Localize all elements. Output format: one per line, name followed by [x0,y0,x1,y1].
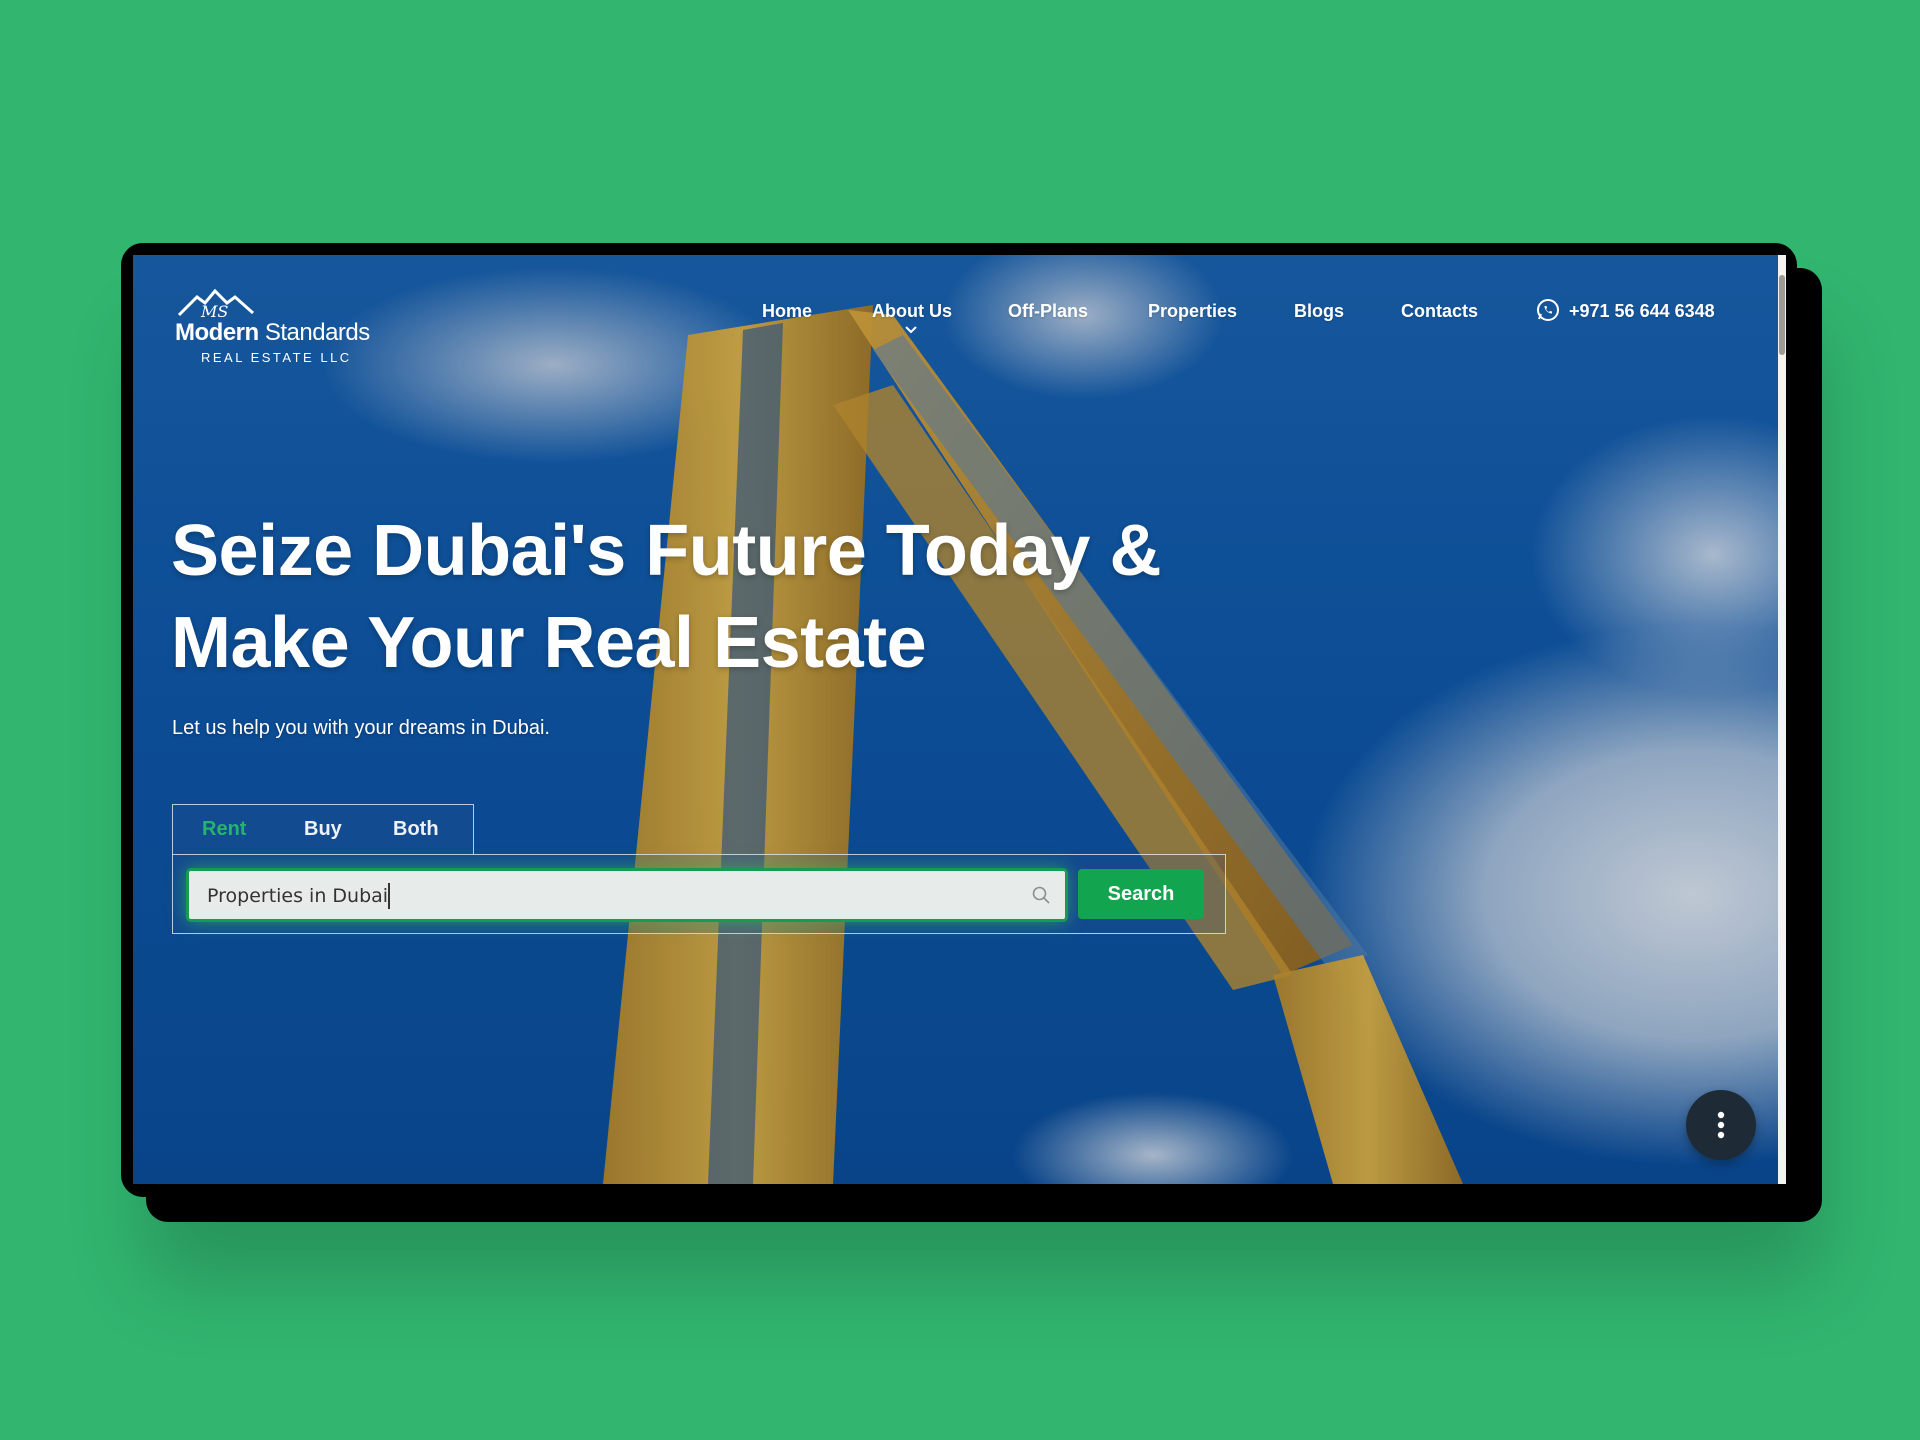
floating-menu-button[interactable] [1686,1090,1756,1160]
text-caret [388,883,390,909]
whatsapp-icon [1537,299,1559,321]
nav-properties[interactable]: Properties [1148,301,1237,322]
search-button[interactable]: Search [1078,869,1204,919]
scrollbar[interactable] [1778,255,1786,1184]
nav-contacts[interactable]: Contacts [1401,301,1478,322]
search-panel: Search [172,854,1226,934]
nav-phone[interactable]: +971 56 644 6348 [1536,299,1715,322]
tab-rent[interactable]: Rent [202,818,246,841]
tab-both[interactable]: Both [393,818,439,841]
browser-viewport: MS Modern Standards REAL ESTATE LLC Home… [133,255,1786,1184]
tab-buy[interactable]: Buy [304,818,342,841]
main-nav: Home About Us Off-Plans Properties Blogs… [133,299,1786,334]
search-icon[interactable] [1031,885,1051,905]
hero-headline: Seize Dubai's Future Today & Make Your R… [171,505,1371,689]
search-input[interactable] [205,871,1009,921]
nav-about-us-label: About Us [872,301,952,321]
hero-subline: Let us help you with your dreams in Duba… [172,717,550,739]
more-vertical-icon [1717,1111,1725,1139]
phone-number: +971 56 644 6348 [1569,301,1715,321]
hero-headline-line1: Seize Dubai's Future Today & [171,511,1161,591]
brand-subtitle: REAL ESTATE LLC [201,350,352,365]
nav-blogs[interactable]: Blogs [1294,301,1344,322]
nav-home[interactable]: Home [762,301,812,322]
search-tabs: Rent Buy Both [172,804,474,855]
search-field[interactable] [186,868,1068,922]
hero-headline-line2: Make Your Real Estate [171,603,927,683]
chevron-down-icon [905,326,917,334]
nav-off-plans[interactable]: Off-Plans [1008,301,1088,322]
nav-about-us[interactable]: About Us [872,301,952,334]
